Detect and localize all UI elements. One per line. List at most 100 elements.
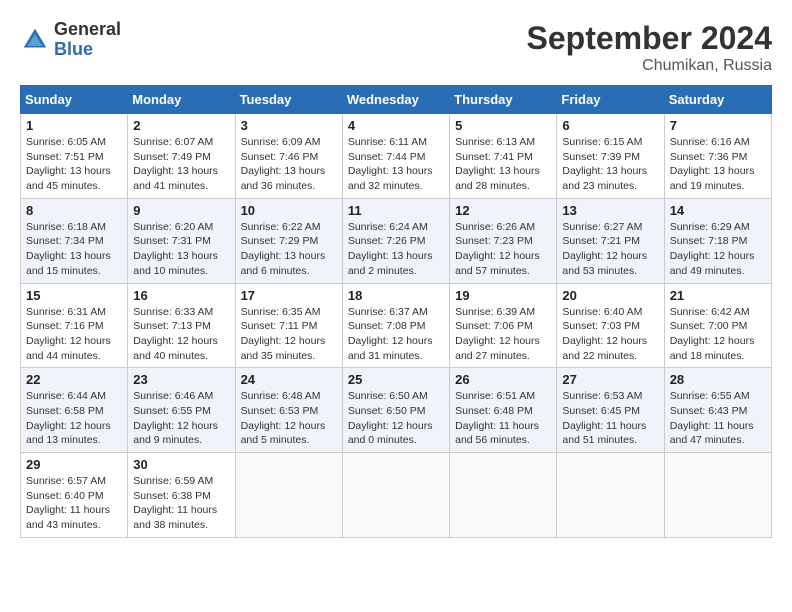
day-info: Sunrise: 6:27 AMSunset: 7:21 PMDaylight:… bbox=[562, 220, 658, 279]
calendar-cell: 19 Sunrise: 6:39 AMSunset: 7:06 PMDayligh… bbox=[450, 283, 557, 368]
day-number: 17 bbox=[241, 288, 337, 303]
day-number: 27 bbox=[562, 372, 658, 387]
day-number: 5 bbox=[455, 118, 551, 133]
col-monday: Monday bbox=[128, 86, 235, 114]
calendar-cell: 13 Sunrise: 6:27 AMSunset: 7:21 PMDayligh… bbox=[557, 198, 664, 283]
calendar-row-5: 29 Sunrise: 6:57 AMSunset: 6:40 PMDayligh… bbox=[21, 453, 772, 538]
day-number: 21 bbox=[670, 288, 766, 303]
day-info: Sunrise: 6:51 AMSunset: 6:48 PMDaylight:… bbox=[455, 389, 551, 448]
day-info: Sunrise: 6:11 AMSunset: 7:44 PMDaylight:… bbox=[348, 135, 444, 194]
logo-blue: Blue bbox=[54, 40, 121, 60]
calendar-cell bbox=[664, 453, 771, 538]
calendar-cell: 17Sunrise: 6:35 AMSunset: 7:11 PMDayligh… bbox=[235, 283, 342, 368]
day-number: 2 bbox=[133, 118, 229, 133]
logo-text: General Blue bbox=[54, 20, 121, 60]
day-number: 28 bbox=[670, 372, 766, 387]
day-number: 22 bbox=[26, 372, 122, 387]
day-info: Sunrise: 6:07 AMSunset: 7:49 PMDaylight:… bbox=[133, 135, 229, 194]
calendar-cell: 18 Sunrise: 6:37 AMSunset: 7:08 PMDayligh… bbox=[342, 283, 449, 368]
logo-general: General bbox=[54, 20, 121, 40]
calendar-cell: 6 Sunrise: 6:15 AMSunset: 7:39 PMDaylight… bbox=[557, 114, 664, 199]
calendar-cell: 30 Sunrise: 6:59 AMSunset: 6:38 PMDayligh… bbox=[128, 453, 235, 538]
calendar-cell: 3Sunrise: 6:09 AMSunset: 7:46 PMDaylight… bbox=[235, 114, 342, 199]
day-info: Sunrise: 6:18 AMSunset: 7:34 PMDaylight:… bbox=[26, 220, 122, 279]
page-header: General Blue September 2024 Chumikan, Ru… bbox=[20, 20, 772, 75]
calendar-header: Sunday Monday Tuesday Wednesday Thursday… bbox=[21, 86, 772, 114]
col-wednesday: Wednesday bbox=[342, 86, 449, 114]
day-info: Sunrise: 6:50 AMSunset: 6:50 PMDaylight:… bbox=[348, 389, 444, 448]
calendar-cell: 8 Sunrise: 6:18 AMSunset: 7:34 PMDaylight… bbox=[21, 198, 128, 283]
calendar-cell: 15 Sunrise: 6:31 AMSunset: 7:16 PMDayligh… bbox=[21, 283, 128, 368]
calendar-cell: 1 Sunrise: 6:05 AMSunset: 7:51 PMDaylight… bbox=[21, 114, 128, 199]
day-number: 12 bbox=[455, 203, 551, 218]
day-info: Sunrise: 6:48 AMSunset: 6:53 PMDaylight:… bbox=[241, 389, 337, 448]
calendar-cell bbox=[450, 453, 557, 538]
calendar-body: 1 Sunrise: 6:05 AMSunset: 7:51 PMDaylight… bbox=[21, 114, 772, 538]
day-info: Sunrise: 6:40 AMSunset: 7:03 PMDaylight:… bbox=[562, 305, 658, 364]
day-number: 30 bbox=[133, 457, 229, 472]
calendar-row-1: 1 Sunrise: 6:05 AMSunset: 7:51 PMDaylight… bbox=[21, 114, 772, 199]
calendar-cell bbox=[342, 453, 449, 538]
calendar-cell: 16Sunrise: 6:33 AMSunset: 7:13 PMDayligh… bbox=[128, 283, 235, 368]
day-number: 1 bbox=[26, 118, 122, 133]
calendar-cell: 29 Sunrise: 6:57 AMSunset: 6:40 PMDayligh… bbox=[21, 453, 128, 538]
day-info: Sunrise: 6:20 AMSunset: 7:31 PMDaylight:… bbox=[133, 220, 229, 279]
logo: General Blue bbox=[20, 20, 121, 60]
calendar-cell: 20 Sunrise: 6:40 AMSunset: 7:03 PMDayligh… bbox=[557, 283, 664, 368]
day-info: Sunrise: 6:59 AMSunset: 6:38 PMDaylight:… bbox=[133, 474, 229, 533]
day-number: 24 bbox=[241, 372, 337, 387]
day-number: 19 bbox=[455, 288, 551, 303]
calendar-row-2: 8 Sunrise: 6:18 AMSunset: 7:34 PMDaylight… bbox=[21, 198, 772, 283]
location: Chumikan, Russia bbox=[527, 57, 772, 75]
month-title: September 2024 bbox=[527, 20, 772, 57]
day-number: 8 bbox=[26, 203, 122, 218]
calendar-cell: 28 Sunrise: 6:55 AMSunset: 6:43 PMDayligh… bbox=[664, 368, 771, 453]
col-thursday: Thursday bbox=[450, 86, 557, 114]
col-saturday: Saturday bbox=[664, 86, 771, 114]
day-info: Sunrise: 6:53 AMSunset: 6:45 PMDaylight:… bbox=[562, 389, 658, 448]
day-number: 29 bbox=[26, 457, 122, 472]
day-info: Sunrise: 6:55 AMSunset: 6:43 PMDaylight:… bbox=[670, 389, 766, 448]
calendar-row-3: 15 Sunrise: 6:31 AMSunset: 7:16 PMDayligh… bbox=[21, 283, 772, 368]
day-info: Sunrise: 6:39 AMSunset: 7:06 PMDaylight:… bbox=[455, 305, 551, 364]
calendar-cell: 7Sunrise: 6:16 AMSunset: 7:36 PMDaylight… bbox=[664, 114, 771, 199]
day-info: Sunrise: 6:42 AMSunset: 7:00 PMDaylight:… bbox=[670, 305, 766, 364]
header-row: Sunday Monday Tuesday Wednesday Thursday… bbox=[21, 86, 772, 114]
day-number: 15 bbox=[26, 288, 122, 303]
day-number: 13 bbox=[562, 203, 658, 218]
day-number: 16 bbox=[133, 288, 229, 303]
day-number: 23 bbox=[133, 372, 229, 387]
calendar-cell: 2 Sunrise: 6:07 AMSunset: 7:49 PMDaylight… bbox=[128, 114, 235, 199]
day-info: Sunrise: 6:46 AMSunset: 6:55 PMDaylight:… bbox=[133, 389, 229, 448]
calendar-cell: 25 Sunrise: 6:50 AMSunset: 6:50 PMDayligh… bbox=[342, 368, 449, 453]
day-info: Sunrise: 6:13 AMSunset: 7:41 PMDaylight:… bbox=[455, 135, 551, 194]
calendar-cell: 24 Sunrise: 6:48 AMSunset: 6:53 PMDayligh… bbox=[235, 368, 342, 453]
day-number: 25 bbox=[348, 372, 444, 387]
calendar-cell: 22 Sunrise: 6:44 AMSunset: 6:58 PMDayligh… bbox=[21, 368, 128, 453]
day-info: Sunrise: 6:24 AMSunset: 7:26 PMDaylight:… bbox=[348, 220, 444, 279]
calendar-cell: 10 Sunrise: 6:22 AMSunset: 7:29 PMDayligh… bbox=[235, 198, 342, 283]
day-number: 3 bbox=[241, 118, 337, 133]
calendar-cell: 5 Sunrise: 6:13 AMSunset: 7:41 PMDaylight… bbox=[450, 114, 557, 199]
calendar-cell: 23 Sunrise: 6:46 AMSunset: 6:55 PMDayligh… bbox=[128, 368, 235, 453]
day-number: 10 bbox=[241, 203, 337, 218]
day-info: Sunrise: 6:29 AMSunset: 7:18 PMDaylight:… bbox=[670, 220, 766, 279]
logo-icon bbox=[20, 25, 50, 55]
calendar-cell: 26Sunrise: 6:51 AMSunset: 6:48 PMDayligh… bbox=[450, 368, 557, 453]
day-info: Sunrise: 6:22 AMSunset: 7:29 PMDaylight:… bbox=[241, 220, 337, 279]
day-info: Sunrise: 6:15 AMSunset: 7:39 PMDaylight:… bbox=[562, 135, 658, 194]
calendar-cell bbox=[557, 453, 664, 538]
day-number: 20 bbox=[562, 288, 658, 303]
day-number: 7 bbox=[670, 118, 766, 133]
day-number: 9 bbox=[133, 203, 229, 218]
day-info: Sunrise: 6:37 AMSunset: 7:08 PMDaylight:… bbox=[348, 305, 444, 364]
col-sunday: Sunday bbox=[21, 86, 128, 114]
day-number: 6 bbox=[562, 118, 658, 133]
calendar-cell: 21 Sunrise: 6:42 AMSunset: 7:00 PMDayligh… bbox=[664, 283, 771, 368]
day-info: Sunrise: 6:05 AMSunset: 7:51 PMDaylight:… bbox=[26, 135, 122, 194]
day-info: Sunrise: 6:44 AMSunset: 6:58 PMDaylight:… bbox=[26, 389, 122, 448]
day-number: 18 bbox=[348, 288, 444, 303]
day-info: Sunrise: 6:31 AMSunset: 7:16 PMDaylight:… bbox=[26, 305, 122, 364]
calendar-cell: 4Sunrise: 6:11 AMSunset: 7:44 PMDaylight… bbox=[342, 114, 449, 199]
day-info: Sunrise: 6:57 AMSunset: 6:40 PMDaylight:… bbox=[26, 474, 122, 533]
